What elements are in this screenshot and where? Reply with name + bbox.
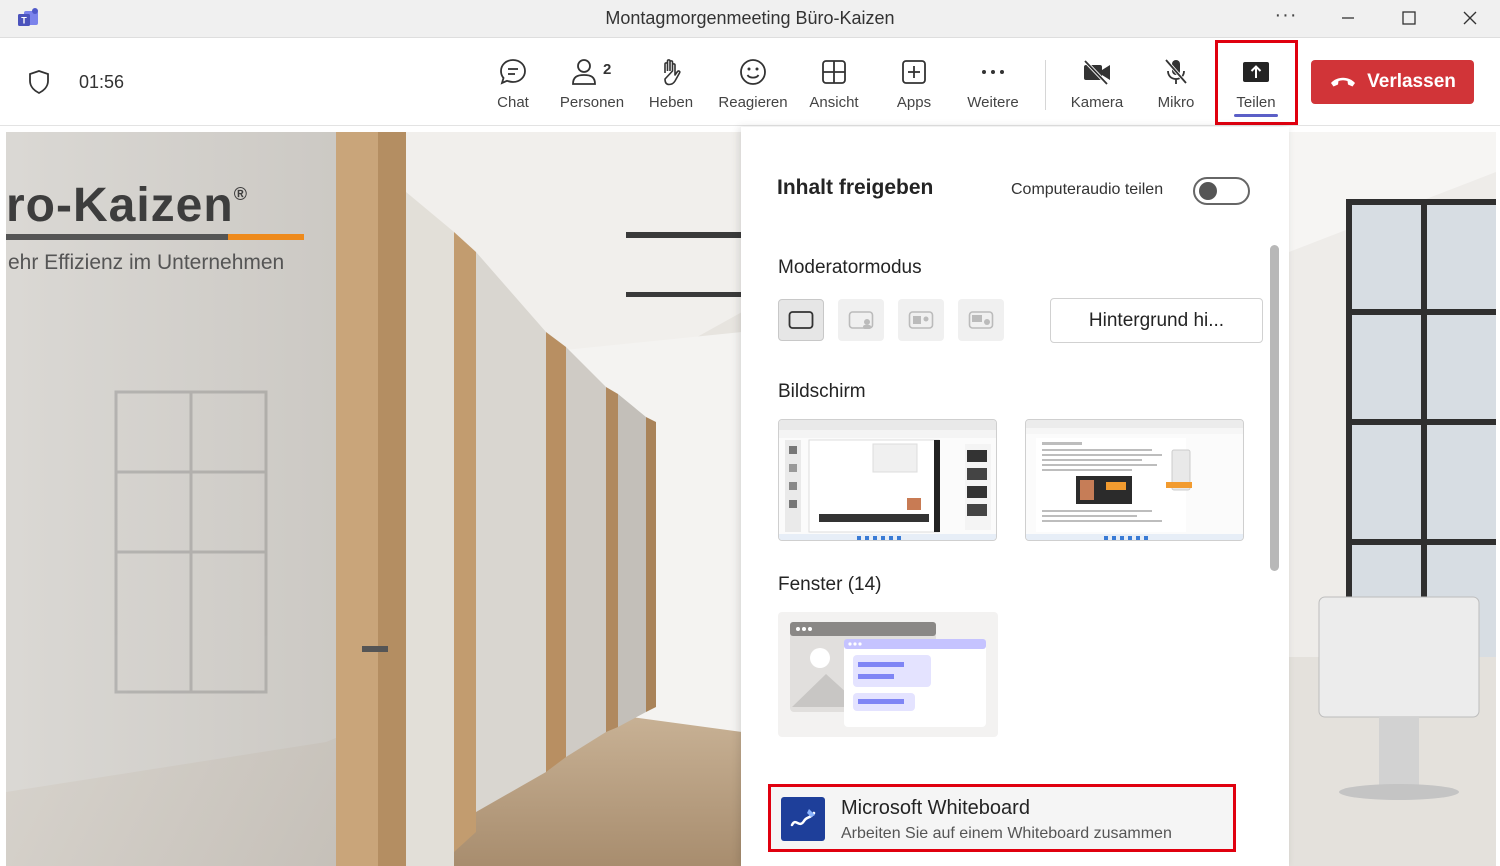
chat-label: Chat (497, 94, 529, 111)
maximize-icon (1402, 11, 1416, 25)
brand-tagline: ehr Effizienz im Unternehmen (8, 251, 285, 274)
meeting-toolbar: 01:56 Chat 2 Personen Heben Reagieren An… (0, 38, 1500, 126)
computer-audio-label: Computeraudio teilen (1011, 181, 1164, 198)
react-button[interactable]: Reagieren (715, 52, 791, 116)
shield-icon[interactable] (27, 69, 51, 95)
presenter-mode-label: Moderatormodus (778, 257, 922, 278)
toolbar-divider (1045, 60, 1046, 110)
minimize-button[interactable] (1318, 0, 1378, 36)
meeting-background-right (1289, 132, 1496, 866)
share-highlight-box (1215, 40, 1298, 125)
mic-off-icon (1164, 58, 1188, 85)
camera-label: Kamera (1070, 94, 1124, 111)
mode-content-only-button[interactable] (778, 299, 824, 341)
standout-icon (848, 311, 874, 329)
background-button[interactable]: Hintergrund hi... (1050, 298, 1263, 343)
mic-label: Mikro (1157, 94, 1195, 111)
more-dots-icon (982, 70, 1004, 74)
hang-up-icon (1331, 77, 1356, 87)
apps-label: Apps (896, 94, 932, 111)
add-app-icon (902, 60, 926, 84)
side-by-side-icon (908, 311, 934, 329)
view-button[interactable]: Ansicht (796, 52, 872, 116)
camera-off-icon (1083, 59, 1110, 86)
brand-logo-text: ro-Kaizen® (6, 179, 248, 232)
office-background-image (6, 132, 742, 866)
content-only-icon (788, 311, 814, 329)
meeting-timer: 01:56 (79, 72, 125, 92)
people-button[interactable]: 2 Personen (554, 52, 630, 116)
raise-hand-label: Heben (648, 94, 694, 111)
office-window-image (1289, 132, 1496, 866)
chat-icon (500, 59, 526, 85)
microsoft-whiteboard-option[interactable]: Microsoft Whiteboard Arbeiten Sie auf ei… (768, 784, 1236, 852)
close-icon (1463, 11, 1477, 25)
hand-icon (664, 59, 681, 86)
more-label: Weitere (967, 94, 1019, 111)
screen-1-thumbnail[interactable] (778, 419, 997, 541)
window-placeholder-icon (790, 622, 986, 727)
mode-standout-button[interactable] (838, 299, 884, 341)
window-more-button[interactable]: ··· (1272, 4, 1300, 27)
apps-button[interactable]: Apps (876, 52, 952, 116)
whiteboard-subtitle: Arbeiten Sie auf einem Whiteboard zusamm… (841, 825, 1172, 842)
leave-label: Verlassen (1367, 71, 1456, 92)
leave-button[interactable]: Verlassen (1311, 60, 1474, 104)
mode-side-by-side-button[interactable] (898, 299, 944, 341)
react-label: Reagieren (718, 94, 788, 111)
brand-underline-dark (6, 234, 228, 240)
panel-title: Inhalt freigeben (777, 176, 934, 199)
computer-audio-toggle[interactable] (1193, 177, 1250, 205)
minimize-icon (1342, 17, 1354, 19)
mode-reporter-button[interactable] (958, 299, 1004, 341)
people-icon: 2 (572, 59, 611, 85)
svg-text:2: 2 (603, 61, 611, 78)
chat-button[interactable]: Chat (475, 52, 551, 116)
reporter-icon (968, 311, 994, 329)
screen-2-preview-image (1026, 420, 1243, 540)
camera-button[interactable]: Kamera (1059, 52, 1135, 116)
browse-windows-thumbnail[interactable] (778, 612, 998, 737)
screen-2-thumbnail[interactable] (1025, 419, 1244, 541)
screen-1-preview-image (779, 420, 996, 540)
smiley-icon (740, 59, 766, 85)
grid-view-icon (822, 60, 846, 84)
raise-hand-button[interactable]: Heben (633, 52, 709, 116)
view-label: Ansicht (809, 94, 859, 111)
meeting-background-left: ro-Kaizen® ehr Effizienz im Unternehmen (6, 132, 742, 866)
panel-scrollbar[interactable] (1270, 245, 1279, 571)
whiteboard-icon (781, 797, 825, 841)
windows-section-label: Fenster (14) (778, 574, 882, 595)
screen-section-label: Bildschirm (778, 381, 866, 402)
share-content-panel: Inhalt freigeben Computeraudio teilen Mo… (741, 127, 1289, 866)
mic-button[interactable]: Mikro (1138, 52, 1214, 116)
brand-underline-orange (228, 234, 304, 240)
people-label: Personen (559, 94, 625, 111)
close-button[interactable] (1440, 0, 1500, 36)
maximize-button[interactable] (1379, 0, 1439, 36)
whiteboard-title: Microsoft Whiteboard (841, 797, 1030, 819)
title-bar: T Montagmorgenmeeting Büro-Kaizen ··· (0, 0, 1500, 38)
toggle-knob (1199, 182, 1217, 200)
more-button[interactable]: Weitere (955, 52, 1031, 116)
